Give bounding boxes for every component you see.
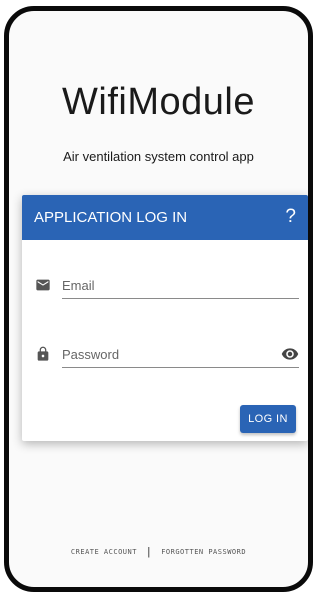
footer-links: CREATE ACCOUNT | FORGOTTEN PASSWORD (9, 546, 308, 558)
lock-icon (37, 346, 49, 361)
phone-frame: WifiModule Air ventilation system contro… (4, 6, 313, 592)
footer-separator: | (147, 546, 151, 558)
email-field-row (35, 273, 299, 301)
forgotten-password-link[interactable]: FORGOTTEN PASSWORD (161, 548, 246, 556)
login-card: APPLICATION LOG IN ? LOG IN (22, 195, 308, 441)
app-subtitle: Air ventilation system control app (63, 149, 254, 164)
envelope-icon (36, 279, 50, 291)
password-input[interactable] (62, 342, 299, 368)
login-card-title: APPLICATION LOG IN (34, 209, 188, 226)
login-card-header: APPLICATION LOG IN ? (22, 195, 308, 240)
login-button[interactable]: LOG IN (240, 405, 296, 433)
email-input[interactable] (62, 273, 299, 299)
question-mark-icon[interactable]: ? (285, 206, 296, 228)
password-field-row (35, 342, 299, 370)
eye-icon[interactable] (281, 345, 299, 363)
create-account-link[interactable]: CREATE ACCOUNT (71, 548, 137, 556)
app-title: WifiModule (62, 81, 255, 123)
